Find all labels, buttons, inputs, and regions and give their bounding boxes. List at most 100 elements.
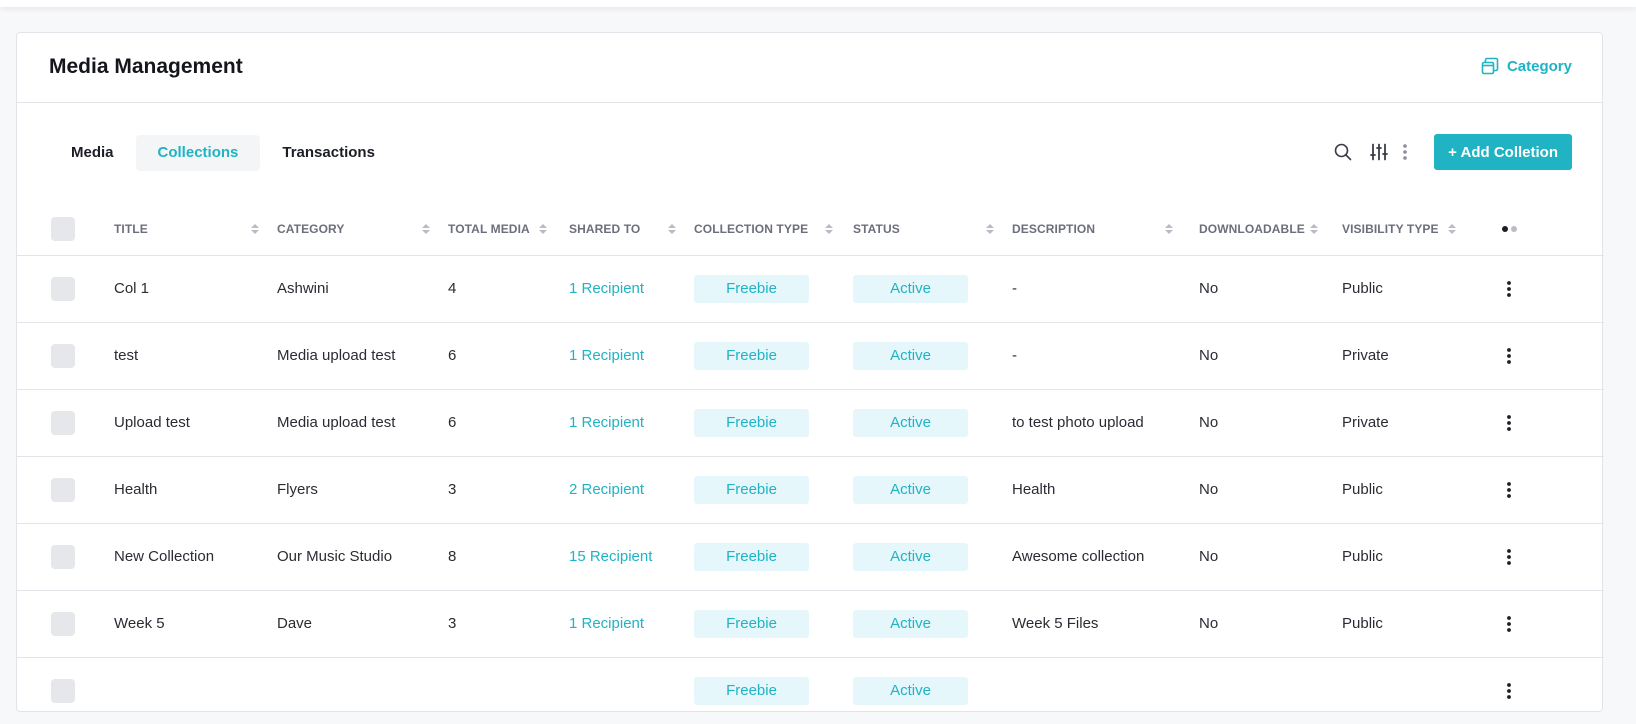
- add-collection-button[interactable]: + Add Colletion: [1434, 134, 1572, 170]
- collection-type-badge: Freebie: [694, 274, 809, 303]
- tab-media[interactable]: Media: [49, 135, 136, 171]
- sort-icon[interactable]: [539, 223, 547, 234]
- cell-title: test: [114, 347, 139, 364]
- sort-icon[interactable]: [1165, 223, 1173, 234]
- column-header-shared-to: SHARED TO: [569, 221, 641, 236]
- status-badge: Active: [853, 475, 968, 504]
- cell-title: New Collection: [114, 548, 215, 565]
- shared-to-link[interactable]: 2 Recipient: [569, 481, 644, 498]
- row-menu-icon[interactable]: [1498, 615, 1604, 633]
- status-badge: Active: [853, 341, 968, 370]
- search-icon[interactable]: [1330, 139, 1356, 165]
- cell-visibility: Public: [1342, 548, 1383, 565]
- shared-to-link[interactable]: 1 Recipient: [569, 414, 644, 431]
- column-header-total-media: TOTAL MEDIA: [448, 221, 530, 236]
- page-title: Media Management: [49, 55, 243, 78]
- table-row: test Media upload test 6 1 Recipient Fre…: [17, 322, 1604, 389]
- collection-type-badge: Freebie: [694, 542, 809, 571]
- cell-description: Health: [1012, 481, 1056, 498]
- row-menu-icon[interactable]: [1498, 481, 1604, 499]
- column-header-title: TITLE: [114, 221, 148, 236]
- collection-type-badge: Freebie: [694, 609, 809, 638]
- cell-title: Col 1: [114, 280, 150, 297]
- sort-icon[interactable]: [668, 223, 676, 234]
- table-tools: + Add Colletion: [1330, 134, 1572, 170]
- category-link[interactable]: Category: [1481, 57, 1572, 75]
- row-checkbox[interactable]: [51, 410, 75, 435]
- column-header-description: DESCRIPTION: [1012, 221, 1096, 236]
- column-header-status: STATUS: [853, 221, 900, 236]
- shared-to-link[interactable]: 1 Recipient: [569, 280, 644, 297]
- cell-downloadable: No: [1199, 414, 1219, 431]
- collection-type-badge: Freebie: [694, 341, 809, 370]
- cell-total-media: 6: [448, 347, 457, 364]
- cell-description: Week 5 Files: [1012, 615, 1099, 632]
- sort-icon[interactable]: [1310, 223, 1318, 234]
- table-row: Health Flyers 3 2 Recipient Freebie Acti…: [17, 456, 1604, 523]
- cell-description: -: [1012, 280, 1017, 297]
- cell-downloadable: No: [1199, 615, 1219, 632]
- row-checkbox[interactable]: [51, 276, 75, 301]
- cell-total-media: 8: [448, 548, 457, 565]
- cell-title: Health: [114, 481, 158, 498]
- column-header-visibility-type: VISIBILITY TYPE: [1342, 221, 1439, 236]
- sort-icon[interactable]: [1448, 223, 1456, 234]
- cell-category: Our Music Studio: [277, 548, 393, 565]
- cell-visibility: Private: [1342, 414, 1389, 431]
- cell-visibility: Public: [1342, 481, 1383, 498]
- status-badge: Active: [853, 609, 968, 638]
- column-header-collection-type: COLLECTION TYPE: [694, 221, 809, 236]
- cell-visibility: Private: [1342, 347, 1389, 364]
- cell-category: Flyers: [277, 481, 318, 498]
- select-all-checkbox[interactable]: [51, 216, 75, 241]
- tab-collections[interactable]: Collections: [135, 135, 261, 171]
- cell-category: Dave: [277, 615, 313, 632]
- toolbar: Media Collections Transactions + Add Col…: [17, 103, 1602, 203]
- table-row: Upload test Media upload test 6 1 Recipi…: [17, 389, 1604, 456]
- cell-category: Ashwini: [277, 280, 329, 297]
- row-menu-icon[interactable]: [1498, 280, 1604, 298]
- tab-bar: Media Collections Transactions: [49, 135, 397, 171]
- table-row: New Collection Our Music Studio 8 15 Rec…: [17, 523, 1604, 590]
- row-menu-icon[interactable]: [1498, 548, 1604, 566]
- cell-visibility: Public: [1342, 615, 1383, 632]
- cell-downloadable: No: [1199, 347, 1219, 364]
- sort-icon[interactable]: [251, 223, 259, 234]
- shared-to-link[interactable]: 15 Recipient: [569, 548, 652, 565]
- column-toggle-icon[interactable]: [1498, 225, 1604, 232]
- row-checkbox[interactable]: [51, 477, 75, 502]
- row-menu-icon[interactable]: [1498, 414, 1604, 432]
- table-header-row: TITLE CATEGORY TOTAL MEDIA SHARED TO COL…: [17, 203, 1604, 255]
- cell-description: Awesome collection: [1012, 548, 1145, 565]
- cell-category: Media upload test: [277, 414, 396, 431]
- column-header-downloadable: DOWNLOADABLE: [1199, 221, 1305, 236]
- shared-to-link[interactable]: 1 Recipient: [569, 347, 644, 364]
- status-badge: Active: [853, 408, 968, 437]
- cell-visibility: Public: [1342, 280, 1383, 297]
- tab-transactions[interactable]: Transactions: [260, 135, 397, 171]
- status-badge: Active: [853, 274, 968, 303]
- collection-type-badge: Freebie: [694, 408, 809, 437]
- sort-icon[interactable]: [986, 223, 994, 234]
- row-checkbox[interactable]: [51, 343, 75, 368]
- cell-downloadable: No: [1199, 548, 1219, 565]
- more-options-icon[interactable]: [1392, 139, 1418, 165]
- cell-description: to test photo upload: [1012, 414, 1144, 431]
- row-checkbox[interactable]: [51, 544, 75, 569]
- sort-icon[interactable]: [422, 223, 430, 234]
- cell-title: Week 5: [114, 615, 165, 632]
- sliders-icon[interactable]: [1366, 139, 1392, 165]
- cell-total-media: 3: [448, 615, 457, 632]
- cell-description: -: [1012, 347, 1017, 364]
- sort-icon[interactable]: [825, 223, 833, 234]
- shared-to-link[interactable]: 1 Recipient: [569, 615, 644, 632]
- top-app-bar: [0, 0, 1636, 7]
- category-link-label: Category: [1506, 57, 1572, 75]
- row-menu-icon[interactable]: [1498, 347, 1604, 365]
- cell-title: Upload test: [114, 414, 190, 431]
- media-management-card: Media Management Category Media Collecti…: [16, 32, 1604, 712]
- collections-table: TITLE CATEGORY TOTAL MEDIA SHARED TO COL…: [17, 203, 1604, 724]
- row-checkbox[interactable]: [51, 611, 75, 636]
- cell-total-media: 3: [448, 481, 457, 498]
- folders-icon: [1481, 57, 1499, 75]
